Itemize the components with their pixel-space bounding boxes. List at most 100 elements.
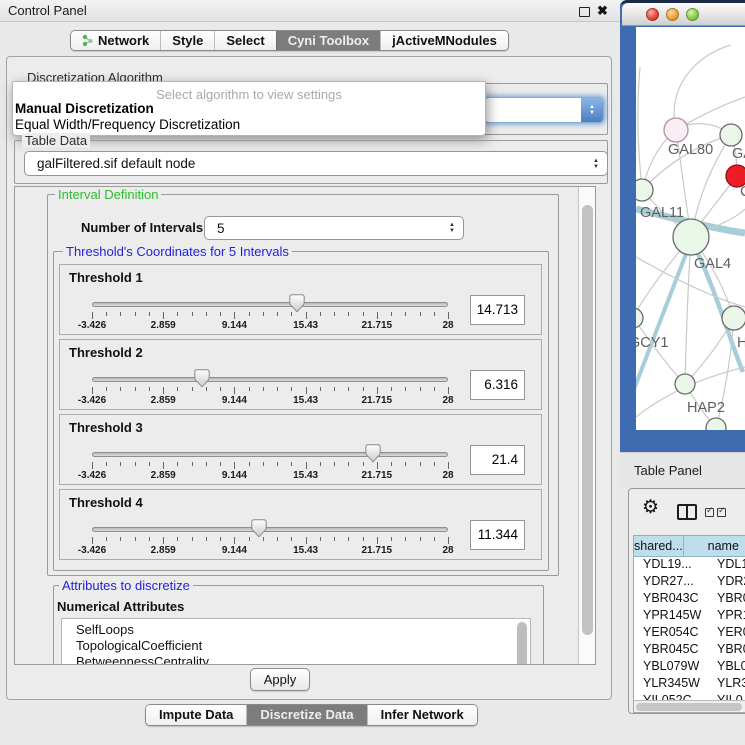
- application-window: Control Panel ✖ Network Style Select Cyn…: [0, 0, 745, 745]
- table-row[interactable]: YBL079WYBL0: [634, 659, 745, 676]
- control-panel-titlebar: Control Panel ✖: [0, 0, 620, 22]
- tab-network[interactable]: Network: [71, 31, 160, 50]
- algorithm-placeholder-option: Select algorithm to view settings: [13, 87, 485, 102]
- network-node-gal4[interactable]: [673, 219, 709, 255]
- tab-infer-network[interactable]: Infer Network: [367, 705, 477, 725]
- close-icon[interactable]: ✖: [597, 2, 608, 20]
- checkbox-icon: [717, 508, 726, 517]
- number-of-intervals-label: Number of Intervals: [81, 220, 203, 235]
- network-window-titlebar: [622, 3, 745, 26]
- network-node-gal80[interactable]: [664, 118, 688, 142]
- threshold-label: Threshold 2: [69, 345, 143, 360]
- threshold-value-field[interactable]: 11.344: [470, 520, 525, 550]
- number-of-intervals-combobox[interactable]: 5 ▲▼: [204, 216, 464, 240]
- threshold-value-field[interactable]: 21.4: [470, 445, 525, 475]
- select-columns-icon[interactable]: [705, 508, 726, 517]
- algorithm-option-equal-width[interactable]: Equal Width/Frequency Discretization: [15, 117, 240, 132]
- threshold-value-field[interactable]: 14.713: [470, 295, 525, 325]
- node-label-gal4: GAL4: [694, 256, 731, 272]
- apply-button[interactable]: Apply: [250, 668, 310, 691]
- table-data-combobox[interactable]: galFiltered.sif default node ▲▼: [24, 151, 608, 176]
- table-row[interactable]: YBR043CYBR0: [634, 591, 745, 608]
- network-node-gal11[interactable]: [636, 179, 653, 201]
- threshold-1-panel: Threshold 1 -3.4262.8599.14415.4321.7152…: [59, 264, 542, 335]
- number-of-intervals-value: 5: [217, 217, 225, 240]
- table-header-row: shared... name: [634, 536, 745, 557]
- tab-discretize-data[interactable]: Discretize Data: [246, 705, 366, 725]
- list-item[interactable]: SelfLoops: [62, 622, 530, 638]
- threshold-coordinates-group-title: Threshold's Coordinates for 5 Intervals: [63, 244, 292, 259]
- tab-select[interactable]: Select: [214, 31, 275, 50]
- table-row[interactable]: YBR045CYBR0: [634, 642, 745, 659]
- settings-scroll-viewport: Interval Definition Number of Intervals …: [14, 186, 596, 665]
- tab-style[interactable]: Style: [160, 31, 214, 50]
- gear-icon[interactable]: ⚙: [642, 498, 659, 517]
- tab-impute-data[interactable]: Impute Data: [146, 705, 246, 725]
- algorithm-combobox[interactable]: ▲▼: [484, 97, 604, 123]
- scrollbar-thumb[interactable]: [582, 205, 593, 635]
- list-item[interactable]: TopologicalCoefficient: [62, 638, 530, 654]
- table-data-group-title: Table Data: [22, 133, 90, 148]
- tab-jactivemnodules[interactable]: jActiveMNodules: [380, 31, 508, 50]
- threshold-label: Threshold 1: [69, 270, 143, 285]
- slider-track[interactable]: [92, 377, 448, 382]
- scrollbar-thumb[interactable]: [636, 703, 742, 711]
- attribute-items: SelfLoopsTopologicalCoefficientBetweenne…: [62, 619, 530, 665]
- network-node-hap2[interactable]: [675, 374, 695, 394]
- slider-thumb[interactable]: [251, 519, 267, 538]
- control-panel-tab-bar: Network Style Select Cyni Toolbox jActiv…: [70, 30, 509, 51]
- threshold-value-field[interactable]: 6.316: [470, 370, 525, 400]
- attributes-list-scrollbar[interactable]: [516, 620, 529, 665]
- cyni-bottom-tab-bar: Impute Data Discretize Data Infer Networ…: [145, 704, 478, 726]
- slider-track[interactable]: [92, 527, 448, 532]
- control-panel-title: Control Panel: [8, 0, 87, 22]
- algorithm-dropdown-popup: Select algorithm to view settings Manual…: [12, 81, 486, 136]
- network-view-window: GAL80 GA C GAL11 GAL4 GCY1 H HAP2: [620, 0, 745, 452]
- split-columns-icon[interactable]: [677, 504, 697, 520]
- table-row[interactable]: YLR345WYLR3: [634, 676, 745, 693]
- node-label-partial: GA: [732, 146, 745, 162]
- slider-thumb[interactable]: [194, 369, 210, 388]
- threshold-label: Threshold 3: [69, 420, 143, 435]
- checkbox-icon: [705, 508, 714, 517]
- network-icon: [82, 34, 93, 47]
- threshold-2-panel: Threshold 2 -3.4262.8599.14415.4321.7152…: [59, 339, 542, 410]
- node-label-partial: C: [740, 184, 745, 200]
- network-canvas[interactable]: GAL80 GA C GAL11 GAL4 GCY1 H HAP2: [636, 27, 745, 430]
- algorithm-option-manual[interactable]: Manual Discretization: [15, 101, 154, 116]
- table-row[interactable]: YER054CYER0: [634, 625, 745, 642]
- slider-thumb[interactable]: [289, 294, 305, 313]
- minimize-traffic-light-icon[interactable]: [666, 8, 679, 21]
- slider-track[interactable]: [92, 452, 448, 457]
- threshold-label: Threshold 4: [69, 495, 143, 510]
- combobox-stepper-icon: ▲▼: [449, 222, 455, 234]
- table-panel-titlebar: Table Panel: [620, 452, 745, 488]
- table-horizontal-scrollbar[interactable]: [634, 700, 745, 712]
- table-row[interactable]: YDR27...YDR2: [634, 574, 745, 591]
- table-row[interactable]: YPR145WYPR1: [634, 608, 745, 625]
- table-row[interactable]: YDL19...YDL1: [634, 557, 745, 574]
- tab-label: Network: [98, 33, 149, 48]
- node-label-gcy1: GCY1: [636, 335, 669, 351]
- float-window-icon[interactable]: [579, 7, 590, 17]
- close-traffic-light-icon[interactable]: [646, 8, 659, 21]
- combobox-stepper-icon: ▲▼: [593, 158, 599, 170]
- column-header-name[interactable]: name: [684, 536, 745, 557]
- zoom-traffic-light-icon[interactable]: [686, 8, 699, 21]
- settings-vertical-scrollbar[interactable]: [578, 187, 596, 664]
- column-header-shared-name[interactable]: shared...: [634, 536, 684, 557]
- threshold-3-panel: Threshold 3 -3.4262.8599.14415.4321.7152…: [59, 414, 542, 485]
- numerical-attributes-list[interactable]: SelfLoopsTopologicalCoefficientBetweenne…: [61, 618, 531, 665]
- combobox-stepper-icon[interactable]: ▲▼: [581, 98, 603, 122]
- attributes-group-title: Attributes to discretize: [59, 578, 193, 593]
- network-node[interactable]: [720, 124, 742, 146]
- node-label-gal80: GAL80: [668, 142, 713, 158]
- tab-cyni-toolbox[interactable]: Cyni Toolbox: [276, 31, 380, 50]
- network-node-gcy1[interactable]: [636, 308, 643, 328]
- slider-track[interactable]: [92, 302, 448, 307]
- interval-definition-group-title: Interval Definition: [55, 187, 161, 202]
- node-label-gal11: GAL11: [640, 205, 684, 221]
- slider-thumb[interactable]: [365, 444, 381, 463]
- network-node[interactable]: [722, 306, 745, 330]
- list-item[interactable]: BetweennessCentrality: [62, 654, 530, 665]
